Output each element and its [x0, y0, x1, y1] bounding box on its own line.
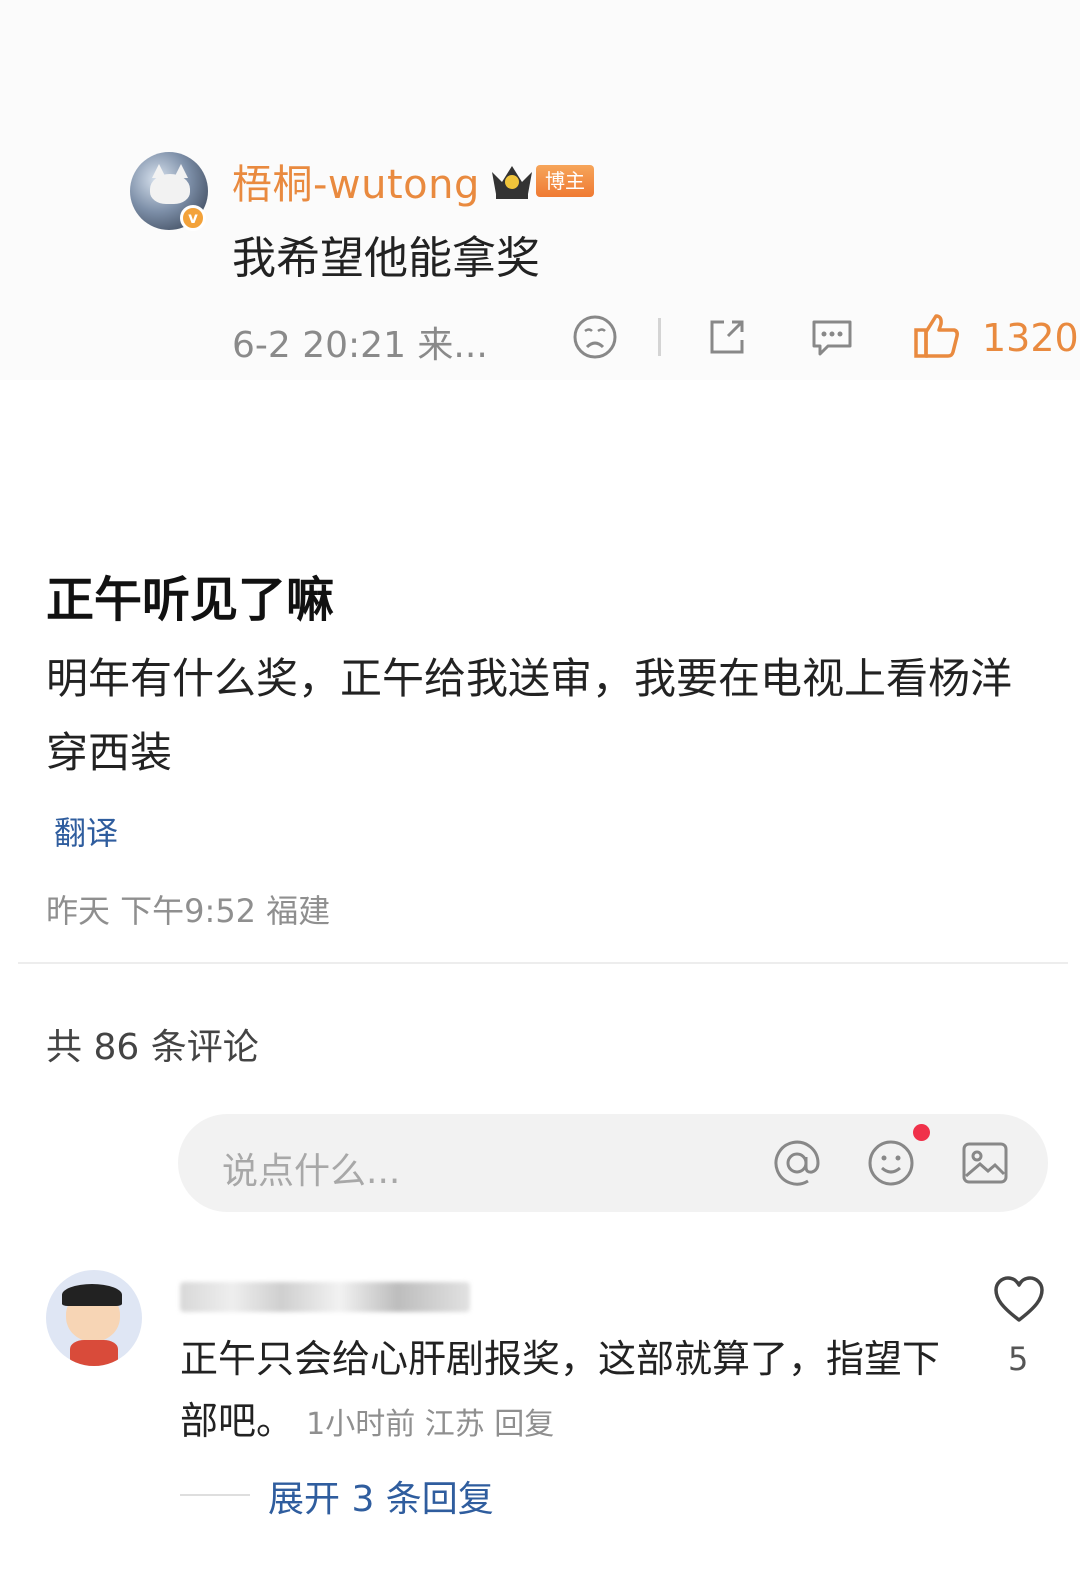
translate-link[interactable]: 翻译	[54, 808, 118, 854]
divider	[180, 1494, 250, 1496]
comment-detail-screen: v 梧桐-wutong 博主 我希望他能拿奖 6-2 20:21 来... 13…	[0, 0, 1080, 1575]
at-icon[interactable]	[770, 1136, 824, 1190]
comment-icon[interactable]	[808, 314, 856, 360]
quoted-comment-meta: 6-2 20:21 来...	[232, 325, 488, 366]
role-badge: 博主	[536, 165, 594, 197]
image-icon[interactable]	[958, 1136, 1012, 1190]
comment-count: 共 86 条评论	[46, 1027, 259, 1068]
crown-icon	[492, 166, 532, 199]
divider	[18, 962, 1068, 964]
notification-dot	[913, 1124, 930, 1141]
like-count: 1320	[982, 316, 1079, 360]
emoji-icon[interactable]	[864, 1136, 918, 1190]
reply-username-blurred[interactable]	[180, 1282, 470, 1312]
thumbs-up-icon[interactable]	[912, 310, 962, 360]
divider	[658, 318, 661, 356]
reply-text: 正午只会给心肝剧报奖，这部就算了，指望下部吧。	[180, 1337, 941, 1443]
page-title: 正午听见了嘛	[46, 572, 335, 628]
reply-meta[interactable]: 1小时前 江苏 回复	[306, 1407, 554, 1442]
sad-face-icon[interactable]	[572, 314, 618, 360]
avatar[interactable]	[46, 1270, 142, 1366]
quoted-comment-text: 我希望他能拿奖	[232, 233, 540, 284]
main-comment-meta: 昨天 下午9:52 福建	[46, 892, 331, 930]
comment-input-placeholder[interactable]: 说点什么...	[222, 1142, 400, 1194]
reply-comment: 正午只会给心肝剧报奖，这部就算了，指望下部吧。 1小时前 江苏 回复	[180, 1328, 940, 1456]
username[interactable]: 梧桐-wutong	[232, 152, 480, 210]
reply-like-count: 5	[1008, 1340, 1029, 1378]
share-icon[interactable]	[704, 314, 750, 360]
verified-icon: v	[180, 205, 206, 231]
expand-replies-link[interactable]: 展开 3 条回复	[268, 1470, 494, 1522]
main-comment-text: 明年有什么奖，正午给我送审，我要在电视上看杨洋穿西装	[46, 654, 1013, 777]
heart-icon[interactable]	[992, 1274, 1046, 1324]
